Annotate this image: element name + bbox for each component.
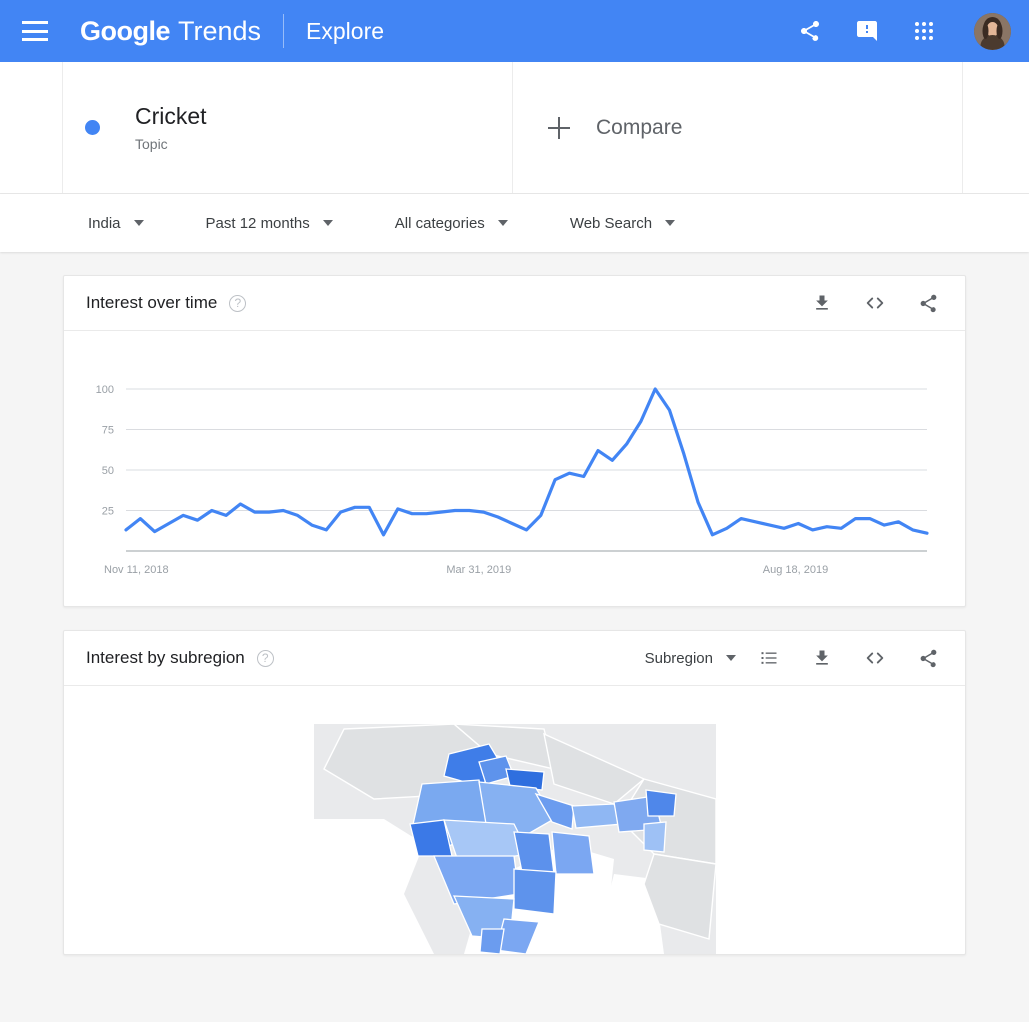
apps-grid-icon[interactable] bbox=[909, 16, 939, 46]
terms-right-gutter bbox=[963, 62, 1029, 193]
embed-icon[interactable] bbox=[860, 643, 890, 673]
list-view-icon[interactable] bbox=[754, 643, 784, 673]
subregion-select-label: Subregion bbox=[644, 649, 713, 667]
state-manipur bbox=[642, 821, 667, 853]
search-term-subtitle: Topic bbox=[135, 136, 168, 153]
chart-y-tick: 50 bbox=[102, 465, 114, 477]
location-filter[interactable]: India bbox=[88, 215, 144, 232]
download-icon[interactable] bbox=[807, 288, 837, 318]
feedback-icon[interactable] bbox=[852, 16, 882, 46]
chart-y-tick: 75 bbox=[102, 425, 114, 437]
state-odisha bbox=[550, 831, 595, 875]
chart-x-tick: Aug 18, 2019 bbox=[763, 564, 828, 576]
india-choropleth-map[interactable] bbox=[313, 724, 716, 954]
search-type-filter[interactable]: Web Search bbox=[569, 214, 676, 232]
appbar-actions bbox=[795, 12, 1011, 50]
main-content: Interest over time ? 25 50 75 100 Nov 11… bbox=[0, 252, 1029, 955]
hamburger-menu-icon[interactable] bbox=[22, 21, 48, 41]
chevron-down-icon bbox=[322, 220, 333, 226]
share-icon[interactable] bbox=[795, 16, 825, 46]
chart-x-tick: Nov 11, 2018 bbox=[104, 564, 169, 576]
state-arunachal bbox=[644, 789, 677, 817]
brand-google-text: Google bbox=[80, 15, 171, 46]
state-telangana-ap bbox=[512, 868, 557, 915]
brand-product-text: Trends bbox=[178, 15, 262, 46]
category-filter-label: All categories bbox=[394, 214, 485, 232]
interest-over-time-chart[interactable]: 25 50 75 100 Nov 11, 2018 Mar 31, 2019 Aug 18,… bbox=[64, 331, 965, 606]
user-avatar[interactable] bbox=[974, 12, 1011, 50]
download-icon[interactable] bbox=[807, 643, 837, 673]
chevron-down-icon bbox=[726, 655, 736, 661]
series-color-dot bbox=[85, 120, 100, 135]
help-icon[interactable]: ? bbox=[229, 294, 247, 312]
share-icon[interactable] bbox=[913, 643, 943, 673]
search-terms-row: Cricket Topic Compare bbox=[0, 62, 1029, 194]
terms-left-gutter bbox=[0, 62, 63, 193]
embed-icon[interactable] bbox=[860, 288, 890, 318]
interest-over-time-actions bbox=[807, 288, 943, 318]
chart-x-tick: Mar 31, 2019 bbox=[446, 564, 511, 576]
help-icon[interactable]: ? bbox=[256, 649, 274, 667]
filters-row: India Past 12 months All categories Web … bbox=[0, 194, 1029, 252]
page-title: Explore bbox=[306, 17, 385, 44]
interest-by-subregion-card: Interest by subregion ? Subregion bbox=[63, 630, 966, 955]
time-range-filter[interactable]: Past 12 months bbox=[206, 215, 333, 232]
compare-button[interactable]: Compare bbox=[513, 62, 963, 193]
plus-icon bbox=[548, 116, 570, 139]
interest-by-subregion-actions bbox=[754, 643, 943, 673]
chevron-down-icon bbox=[133, 220, 144, 226]
search-term-cricket[interactable]: Cricket Topic bbox=[63, 62, 513, 193]
subregion-select[interactable]: Subregion bbox=[645, 650, 736, 667]
compare-label: Compare bbox=[596, 115, 683, 139]
interest-over-time-title: Interest over time bbox=[86, 293, 218, 312]
location-filter-label: India bbox=[88, 214, 121, 232]
app-header: Google Trends Explore bbox=[0, 0, 1029, 62]
state-kerala bbox=[478, 928, 505, 954]
interest-over-time-header: Interest over time ? bbox=[64, 276, 965, 331]
chevron-down-icon bbox=[665, 220, 676, 226]
category-filter[interactable]: All categories bbox=[395, 215, 508, 232]
search-type-filter-label: Web Search bbox=[569, 214, 653, 232]
brand-divider bbox=[283, 14, 285, 48]
interest-by-subregion-header: Interest by subregion ? Subregion bbox=[64, 631, 965, 686]
brand-logo[interactable]: Google Trends Explore bbox=[80, 14, 384, 48]
interest-over-time-card: Interest over time ? 25 50 75 100 Nov 11… bbox=[63, 275, 966, 607]
chevron-down-icon bbox=[497, 220, 508, 226]
time-range-filter-label: Past 12 months bbox=[205, 214, 310, 232]
interest-by-subregion-title: Interest by subregion bbox=[86, 648, 245, 667]
subregion-map[interactable] bbox=[64, 686, 965, 954]
chart-line-series-cricket[interactable] bbox=[124, 387, 929, 537]
chart-y-tick: 25 bbox=[102, 506, 114, 518]
share-icon[interactable] bbox=[913, 288, 943, 318]
chart-y-tick: 100 bbox=[96, 384, 114, 396]
search-term-title: Cricket bbox=[135, 102, 207, 129]
